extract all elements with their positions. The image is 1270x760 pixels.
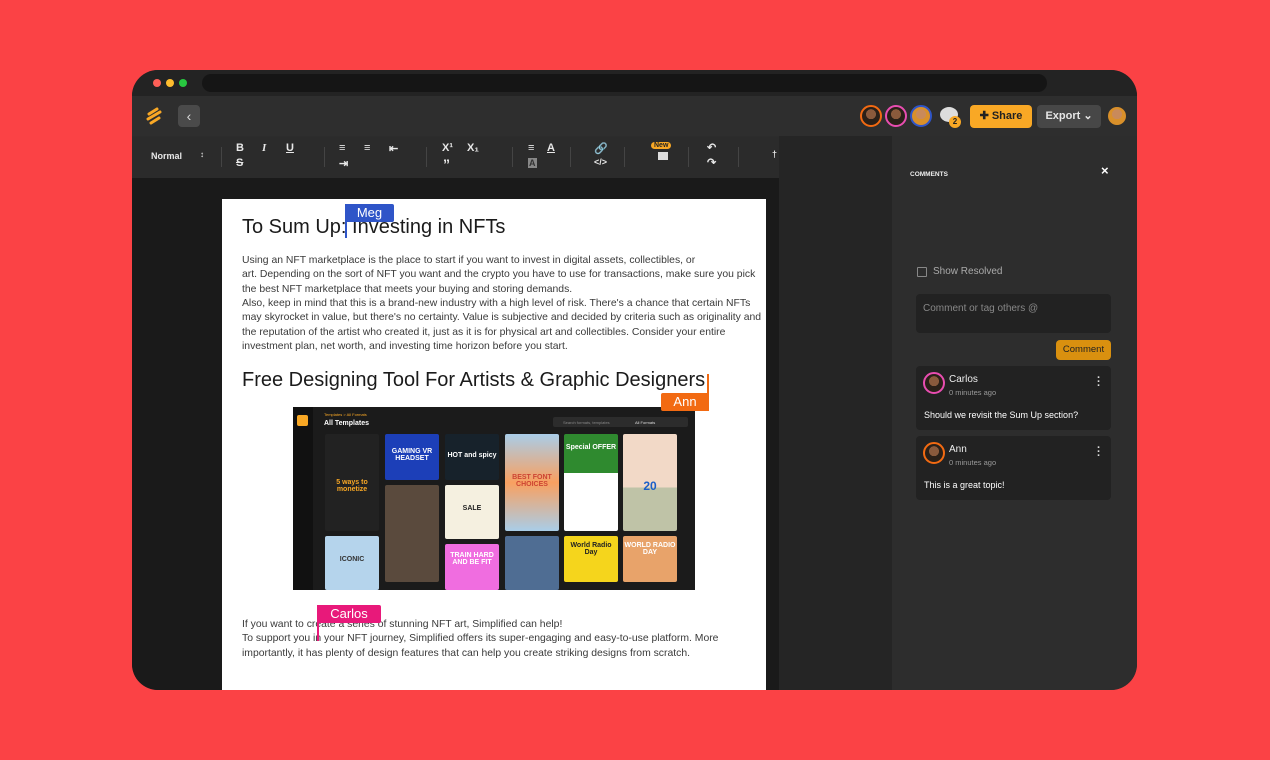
paragraph-simplified-line: importantly, it has plenty of design fea…	[242, 647, 690, 659]
window-titlebar	[132, 70, 1137, 96]
editor-toolbar: Normal ↕ B I U S ≡ ≡ ⇤ ⇥ X¹ X₁ ” ≡ A A 🔗…	[132, 137, 779, 178]
chevron-down-icon: ⌄	[1083, 110, 1093, 122]
document-page[interactable]: To Sum Up: Investing in NFTs Using an NF…	[222, 199, 766, 690]
comment-card[interactable]: Ann 0 minutes ago · · · This is a great to…	[916, 436, 1111, 500]
code-icon[interactable]: </>	[594, 157, 607, 167]
close-panel-button[interactable]: ×	[1101, 163, 1109, 178]
new-feature-button[interactable]	[658, 152, 668, 160]
share-button[interactable]: ✚ Share	[970, 105, 1032, 128]
comments-panel: COMMENTS × Show Resolved Comment or tag …	[892, 136, 1137, 690]
clear-format-icon[interactable]: †	[772, 149, 777, 159]
text-color-icon[interactable]: A	[547, 142, 555, 154]
bold-button[interactable]: B	[236, 142, 244, 154]
maximize-window-button[interactable]	[179, 79, 187, 87]
comment-card[interactable]: Carlos 0 minutes ago · · · Should we revis…	[916, 366, 1111, 430]
close-window-button[interactable]	[153, 79, 161, 87]
new-badge: New	[651, 142, 672, 149]
heading-design-tool: Free Designing Tool For Artists & Graphi…	[242, 369, 706, 391]
editor-margin	[779, 136, 892, 690]
bullet-list-icon[interactable]: ≡	[364, 142, 370, 154]
more-options-icon[interactable]: · · ·	[1097, 373, 1101, 392]
user-avatar[interactable]	[1106, 105, 1128, 127]
paragraph-simplified-line: If you want to create a series of stunni…	[242, 619, 563, 630]
show-resolved-checkbox[interactable]	[917, 267, 927, 277]
comment-input[interactable]: Comment or tag others @	[916, 294, 1111, 333]
subscript-button[interactable]: X₁	[467, 142, 479, 154]
address-bar[interactable]	[202, 74, 1047, 92]
export-button[interactable]: Export ⌄	[1037, 105, 1101, 128]
highlight-color-icon[interactable]: A	[528, 158, 537, 168]
templates-screenshot-image: Templates > All Formats All Templates Se…	[293, 407, 695, 590]
strikethrough-button[interactable]: S	[236, 157, 243, 169]
avatar-meg[interactable]	[910, 105, 932, 127]
back-button[interactable]: ‹	[178, 105, 200, 127]
outdent-icon[interactable]: ⇤	[389, 142, 398, 155]
undo-button[interactable]: ↶	[707, 141, 716, 154]
show-resolved-label: Show Resolved	[933, 266, 1003, 277]
avatar-ann[interactable]	[860, 105, 882, 127]
style-select[interactable]: Normal	[151, 151, 182, 161]
blockquote-icon[interactable]: ”	[443, 156, 450, 172]
avatar-ann	[923, 442, 945, 464]
italic-button[interactable]: I	[262, 142, 266, 154]
redo-button[interactable]: ↷	[707, 156, 716, 169]
simplified-logo-icon	[146, 107, 162, 125]
superscript-button[interactable]: X¹	[442, 142, 453, 154]
minimize-window-button[interactable]	[166, 79, 174, 87]
app-window: ‹ 2 ✚ Share Export ⌄ Normal ↕ B I U S ≡ …	[132, 70, 1137, 690]
indent-icon[interactable]: ⇥	[339, 157, 348, 170]
app-header: ‹ 2 ✚ Share Export ⌄	[132, 96, 1137, 136]
avatar-carlos	[923, 372, 945, 394]
select-arrows-icon: ↕	[200, 150, 204, 159]
comment-count-badge: 2	[949, 116, 961, 128]
more-options-icon[interactable]: · · ·	[1097, 443, 1101, 462]
paragraph-simplified-line: To support you in your NFT journey, Simp…	[242, 633, 719, 645]
link-icon[interactable]: 🔗	[594, 142, 608, 155]
align-icon[interactable]: ≡	[528, 142, 534, 154]
avatar-carlos[interactable]	[885, 105, 907, 127]
add-user-icon: ✚	[979, 110, 989, 122]
comment-submit-button[interactable]: Comment	[1056, 340, 1111, 360]
ordered-list-icon[interactable]: ≡	[339, 142, 345, 154]
comments-title: COMMENTS	[910, 171, 948, 178]
underline-button[interactable]: U	[286, 142, 294, 154]
